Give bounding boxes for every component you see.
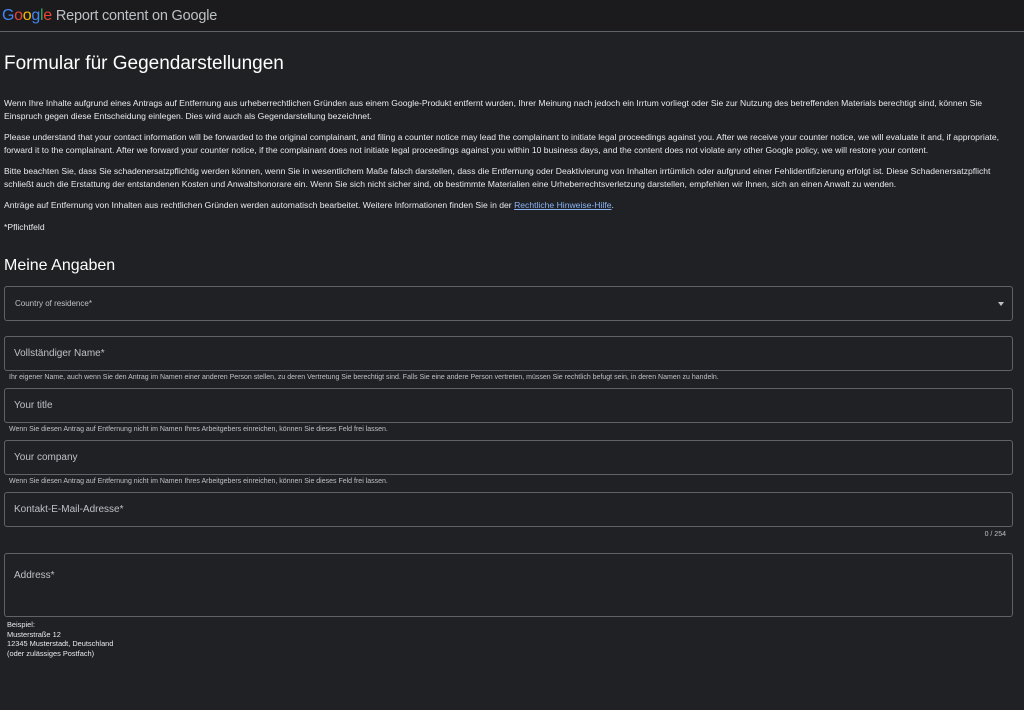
address-example: Beispiel: Musterstraße 12 12345 Musterst… xyxy=(7,620,1012,658)
address-textarea[interactable]: Address* xyxy=(4,553,1013,617)
intro-paragraph-1: Wenn Ihre Inhalte aufgrund eines Antrags… xyxy=(4,98,983,121)
required-note: *Pflichtfeld xyxy=(4,221,45,232)
full-name-helper: Ihr eigener Name, auch wenn Sie den Antr… xyxy=(9,374,719,381)
address-example-line: Musterstraße 12 xyxy=(7,629,61,639)
company-helper: Wenn Sie diesen Antrag auf Entfernung ni… xyxy=(9,478,388,485)
app-title: Report content on Google xyxy=(55,7,218,24)
logo-letter: g xyxy=(31,6,40,24)
address-label: Address* xyxy=(14,570,55,581)
address-example-line: Beispiel: xyxy=(7,620,35,629)
company-input[interactable]: Your company xyxy=(4,440,1013,475)
company-label: Your company xyxy=(14,452,78,463)
page-title: Formular für Gegendarstellungen xyxy=(4,53,284,74)
title-label: Your title xyxy=(14,400,53,411)
top-bar: Google Report content on Google xyxy=(0,0,1024,32)
legal-help-link[interactable]: Rechtliche Hinweise-Hilfe xyxy=(514,200,611,210)
section-title: Meine Angaben xyxy=(4,257,116,274)
title-input[interactable]: Your title xyxy=(4,388,1013,423)
logo-letter: o xyxy=(14,6,23,24)
email-input[interactable]: Kontakt-E-Mail-Adresse* xyxy=(4,492,1013,527)
google-logo[interactable]: Google xyxy=(2,7,52,25)
title-helper: Wenn Sie diesen Antrag auf Entfernung ni… xyxy=(9,426,388,433)
logo-letter: G xyxy=(2,6,15,24)
intro-paragraph-3: Bitte beachten Sie, dass Sie schadenersa… xyxy=(4,166,991,189)
auto-processing-end: . xyxy=(611,200,614,210)
country-select-label: Country of residence* xyxy=(15,299,92,308)
full-name-input[interactable]: Vollständiger Name* xyxy=(4,336,1013,371)
auto-processing-note: Anträge auf Entfernung von Inhalten aus … xyxy=(4,199,1012,212)
full-name-label: Vollständiger Name* xyxy=(14,348,105,359)
address-example-line: (oder zulässiges Postfach) xyxy=(7,648,95,658)
country-select[interactable]: Country of residence* xyxy=(4,286,1013,321)
intro-paragraph-2: Please understand that your contact info… xyxy=(4,132,1000,155)
auto-processing-text: Anträge auf Entfernung von Inhalten aus … xyxy=(4,200,515,210)
email-char-counter: 0 / 254 xyxy=(984,531,1006,538)
email-label: Kontakt-E-Mail-Adresse* xyxy=(14,504,124,515)
address-example-line: 12345 Musterstadt, Deutschland xyxy=(7,639,114,649)
logo-letter: e xyxy=(43,6,52,24)
form-container: Formular für Gegendarstellungen Wenn Ihr… xyxy=(0,53,1016,658)
dropdown-arrow-icon xyxy=(998,302,1004,306)
